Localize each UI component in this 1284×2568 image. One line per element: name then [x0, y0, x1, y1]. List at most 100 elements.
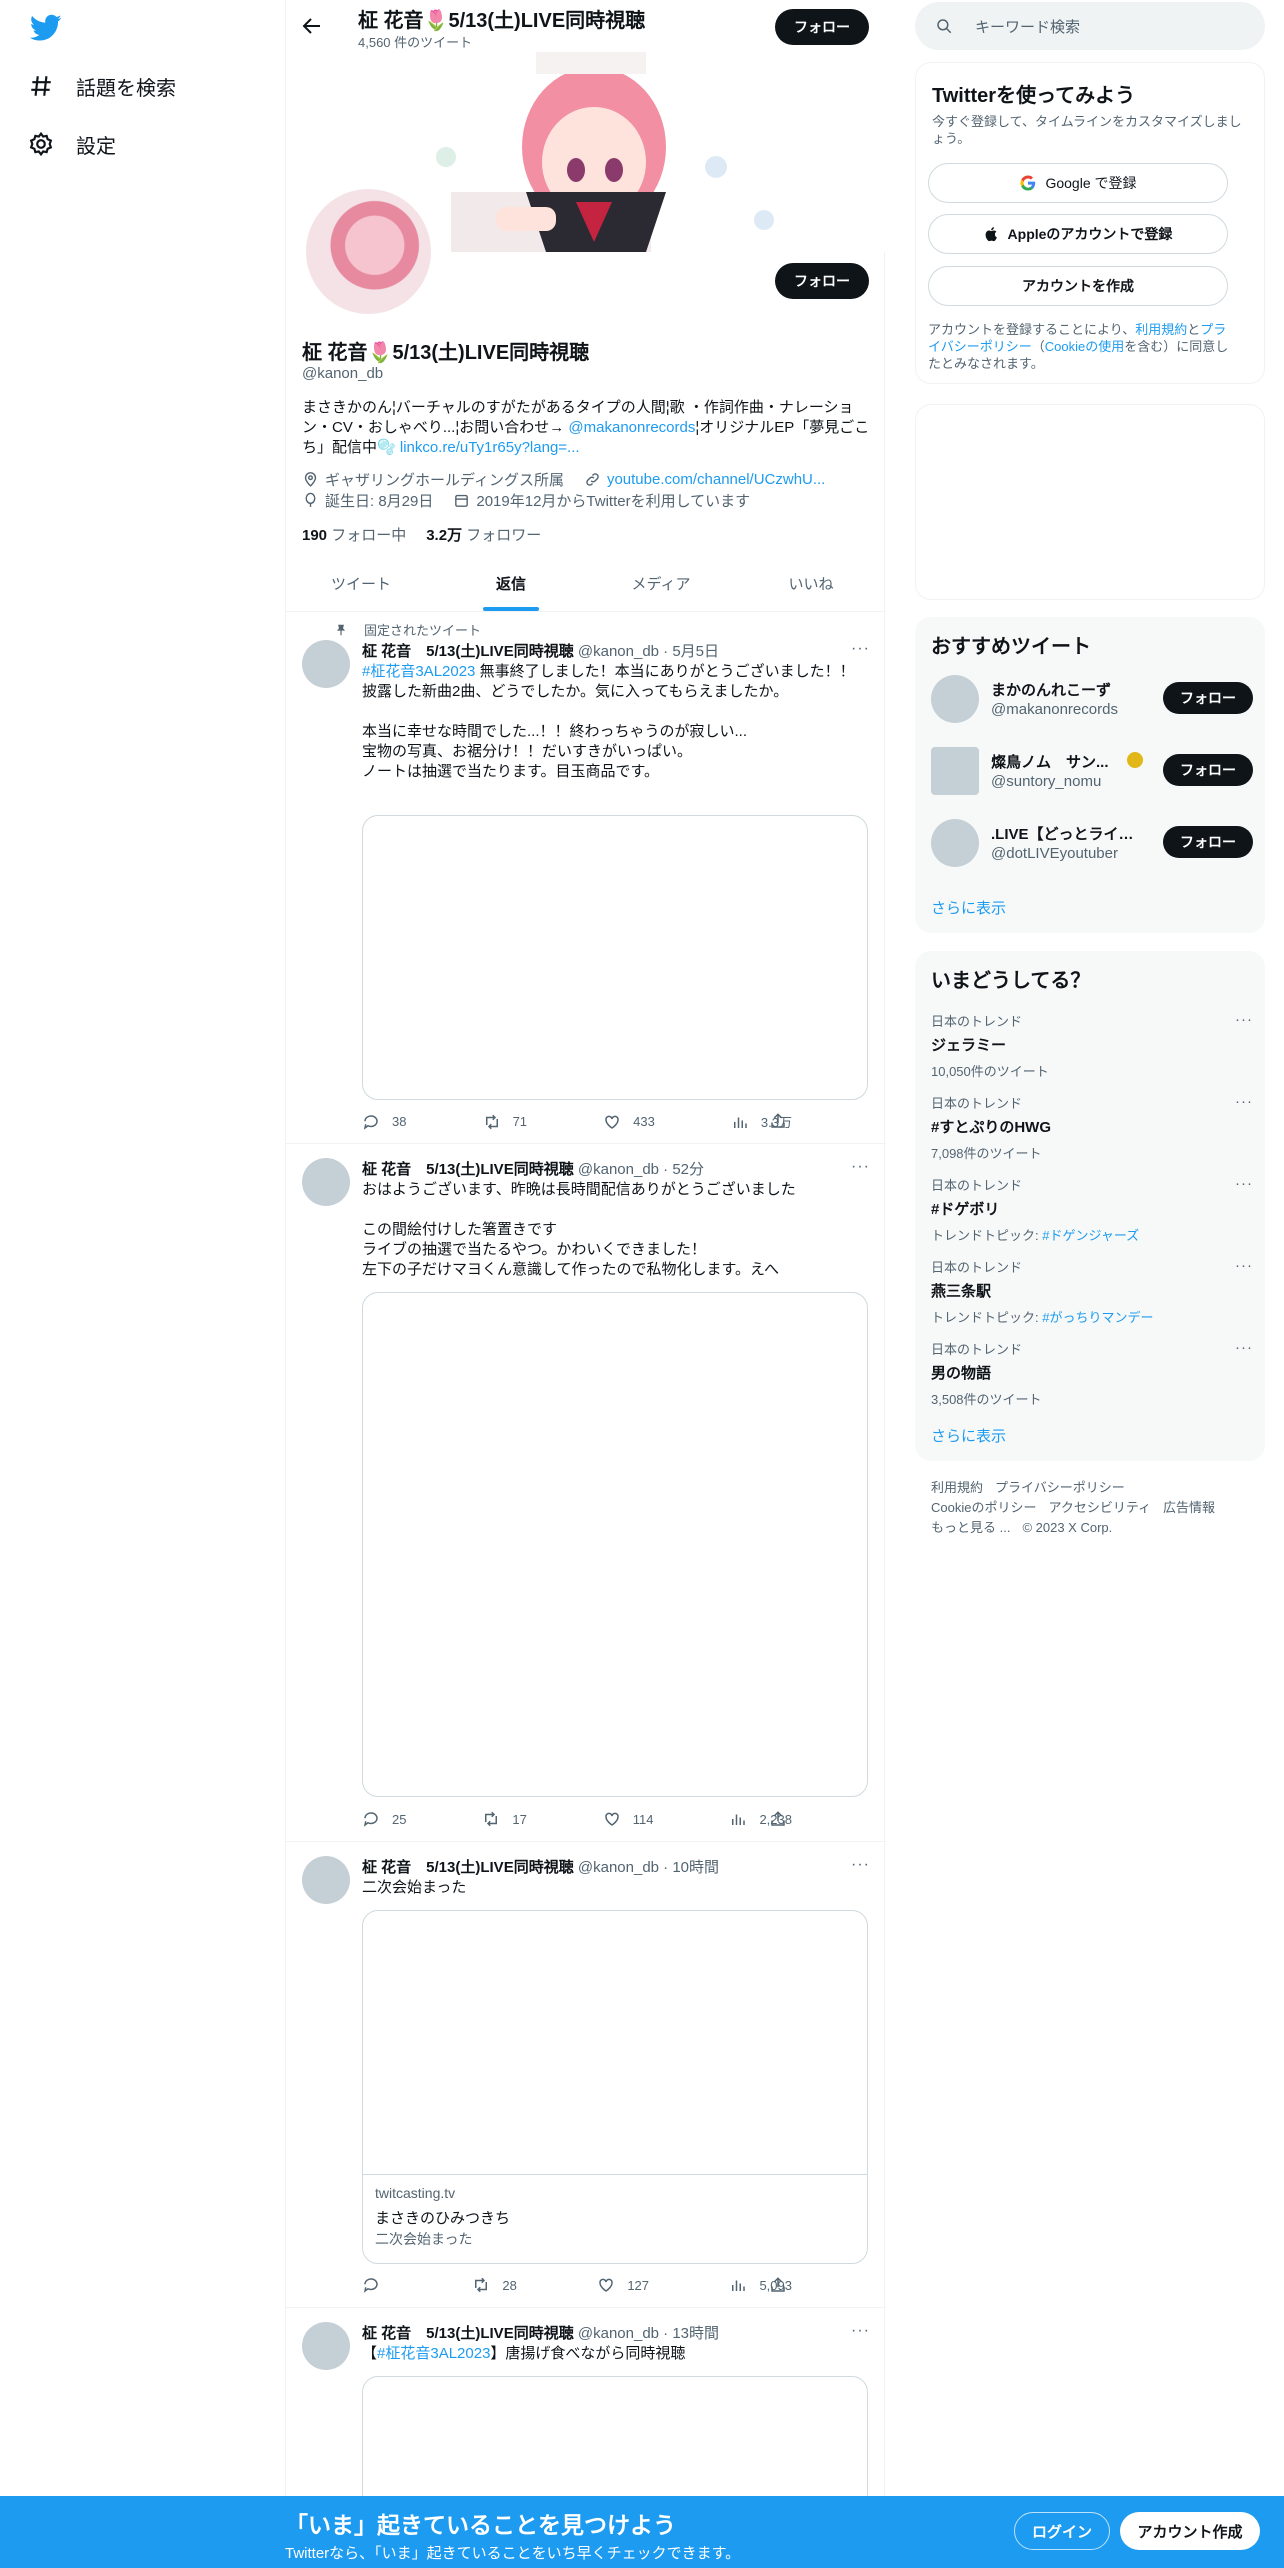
tweet-item[interactable]: 柾 花音 5/13(土)LIVE同時視聴 @kanon_db · 52分 ···… [286, 1144, 886, 1842]
reply-button[interactable] [362, 2276, 392, 2294]
tweet-hashtag-link[interactable]: #柾花音3AL2023 [377, 2345, 490, 2362]
signup-terms: アカウントを登録することにより、利用規約とプライバシーポリシー（Cookieの使… [928, 321, 1238, 372]
reply-button[interactable]: 38 [362, 1112, 406, 1131]
retweet-icon [485, 1811, 498, 1827]
tweet-author-name[interactable]: 柾 花音 5/13(土)LIVE同時視聴 [362, 2325, 574, 2342]
tweet-more-icon[interactable]: ··· [851, 1856, 870, 1874]
follow-button[interactable]: フォロー [1163, 682, 1253, 714]
nav-explore[interactable]: 話題を検索 [28, 66, 176, 106]
signup-button[interactable]: アカウント作成 [1120, 2512, 1260, 2550]
profile-follow-button[interactable]: フォロー [775, 263, 869, 299]
recommended-user[interactable]: まかのんれこーず @makanonrecords フォロー [931, 673, 1253, 725]
reply-button[interactable]: 25 [362, 1810, 406, 1828]
profile-tabs: ツイート 返信 メディア いいね [286, 556, 886, 612]
trend-item[interactable]: 日本のトレンド 男の物語 3,508件のツイート ··· [931, 1339, 1253, 1408]
recommended-show-more-link[interactable]: さらに表示 [931, 897, 1006, 918]
tweet-meta[interactable]: @kanon_db · 52分 [578, 1161, 704, 1178]
trend-more-icon[interactable]: ··· [1235, 1257, 1253, 1274]
footer-cookie-link[interactable]: Cookieのポリシー [931, 1500, 1036, 1515]
tweet-avatar[interactable] [302, 1856, 350, 1904]
trend-item[interactable]: 日本のトレンド #ドゲボリ トレンドトピック: #ドゲンジャーズ ··· [931, 1175, 1253, 1244]
tweet-pinned[interactable]: 固定されたツイート 柾 花音 5/13(土)LIVE同時視聴 @kanon_db… [286, 612, 886, 1144]
header-follow-button[interactable]: フォロー [775, 9, 869, 45]
tweet-media[interactable] [362, 815, 868, 1100]
tweet-meta[interactable]: @kanon_db · 5月5日 [578, 643, 719, 660]
avatar[interactable] [931, 819, 979, 867]
share-icon[interactable] [769, 1112, 787, 1130]
tweet-meta[interactable]: @kanon_db · 10時間 [578, 1859, 719, 1876]
tab-likes[interactable]: いいね [736, 556, 886, 611]
share-icon[interactable] [769, 2276, 787, 2294]
retweet-button[interactable]: 71 [483, 1112, 527, 1131]
twitter-bird-logo-icon[interactable] [30, 14, 62, 42]
trend-item[interactable]: 日本のトレンド 燕三条駅 トレンドトピック: #がっちりマンデー ··· [931, 1257, 1253, 1326]
trend-topic-label: トレンドトピック: [931, 1310, 1043, 1325]
tweet-more-icon[interactable]: ··· [851, 640, 870, 658]
bio-mention-link[interactable]: @makanonrecords [568, 419, 695, 436]
create-account-button[interactable]: アカウントを作成 [928, 266, 1228, 306]
trend-more-icon[interactable]: ··· [1235, 1175, 1253, 1192]
gear-icon [29, 131, 53, 157]
trend-more-icon[interactable]: ··· [1235, 1093, 1253, 1110]
avatar[interactable] [931, 675, 979, 723]
tweet-media[interactable] [362, 1292, 868, 1797]
tweet-item[interactable]: 柾 花音 5/13(土)LIVE同時視聴 @kanon_db · 10時間 ··… [286, 1842, 886, 2308]
bottom-bar-subtitle: Twitterなら、「いま」起きていることをいち早くチェックできます。 [285, 2545, 741, 2562]
trend-item[interactable]: 日本のトレンド ジェラミー 10,050件のツイート ··· [931, 1011, 1253, 1080]
footer-more-link[interactable]: もっと見る ... [931, 1520, 1010, 1535]
profile-website-link[interactable]: youtube.com/channel/UCzwhU... [607, 471, 825, 488]
retweet-button[interactable]: 28 [472, 2276, 517, 2294]
tab-media[interactable]: メディア [586, 556, 736, 611]
tweet-meta[interactable]: @kanon_db · 13時間 [578, 2325, 719, 2342]
follow-button[interactable]: フォロー [1163, 754, 1253, 786]
tweet-hashtag-link[interactable]: #柾花音3AL2023 [362, 663, 475, 680]
footer-accessibility-link[interactable]: アクセシビリティ [1048, 1500, 1151, 1515]
terms-link[interactable]: 利用規約 [1135, 322, 1187, 337]
trend-more-icon[interactable]: ··· [1235, 1339, 1253, 1356]
search-placeholder: キーワード検索 [975, 18, 1081, 36]
recommended-user-handle: @makanonrecords [991, 701, 1118, 718]
share-icon[interactable] [769, 1810, 787, 1828]
tweet-author-name[interactable]: 柾 花音 5/13(土)LIVE同時視聴 [362, 1161, 574, 1178]
search-box[interactable]: キーワード検索 [915, 2, 1265, 50]
tweet-author-name[interactable]: 柾 花音 5/13(土)LIVE同時視聴 [362, 643, 574, 660]
footer-terms-link[interactable]: 利用規約 [931, 1480, 983, 1495]
link-card-title: まさきのひみつきち [375, 2210, 511, 2227]
footer-privacy-link[interactable]: プライバシーポリシー [995, 1480, 1125, 1495]
tweet-avatar[interactable] [302, 1158, 350, 1206]
tab-tweets[interactable]: ツイート [286, 556, 436, 611]
login-button[interactable]: ログイン [1014, 2512, 1110, 2550]
trends-show-more-link[interactable]: さらに表示 [931, 1425, 1006, 1446]
link-card[interactable]: twitcasting.tv まさきのひみつきち 二次会始まった [362, 1910, 868, 2264]
tweet-author-name[interactable]: 柾 花音 5/13(土)LIVE同時視聴 [362, 1859, 574, 1876]
nav-settings[interactable]: 設定 [28, 124, 116, 164]
tweet-avatar[interactable] [302, 2322, 350, 2370]
retweet-button[interactable]: 17 [482, 1810, 527, 1828]
avatar[interactable] [931, 747, 979, 795]
google-signup-button[interactable]: Google で登録 [928, 163, 1228, 203]
followers-stat[interactable]: 3.2万 フォロワー [426, 524, 541, 545]
like-button[interactable]: 114 [603, 1810, 654, 1828]
follow-button[interactable]: フォロー [1163, 826, 1253, 858]
trend-topic-link[interactable]: #がっちりマンデー [1042, 1310, 1153, 1325]
trend-more-icon[interactable]: ··· [1235, 1011, 1253, 1028]
recommended-user[interactable]: 燦鳥ノム サン... @suntory_nomu フォロー [931, 745, 1253, 797]
bio-url-link[interactable]: linkco.re/uTy1r65y?lang=... [400, 439, 580, 456]
trend-item[interactable]: 日本のトレンド #すとぷりのHWG 7,098件のツイート ··· [931, 1093, 1253, 1162]
recommended-user[interactable]: .LIVE【どっとライブ... @dotLIVEyoutuber フォロー [931, 817, 1253, 869]
profile-avatar[interactable] [302, 185, 435, 318]
like-button[interactable]: 433 [603, 1112, 655, 1131]
back-arrow-icon[interactable] [300, 14, 324, 38]
trend-topic-link[interactable]: #ドゲンジャーズ [1042, 1228, 1139, 1243]
cookie-link[interactable]: Cookieの使用 [1045, 339, 1124, 354]
tweet-more-icon[interactable]: ··· [851, 2322, 870, 2340]
tweet-text-post: 】唐揚げ食べながら同時視聴 [490, 2345, 686, 2362]
pinned-label: 固定されたツイート [364, 623, 482, 638]
apple-signup-button[interactable]: Appleのアカウントで登録 [928, 214, 1228, 254]
tweet-avatar[interactable] [302, 640, 350, 688]
footer-ads-link[interactable]: 広告情報 [1163, 1500, 1215, 1515]
tab-replies[interactable]: 返信 [436, 556, 586, 611]
tweet-more-icon[interactable]: ··· [851, 1158, 870, 1176]
following-stat[interactable]: 190 フォロー中 [302, 524, 406, 545]
like-button[interactable]: 127 [597, 2276, 649, 2294]
